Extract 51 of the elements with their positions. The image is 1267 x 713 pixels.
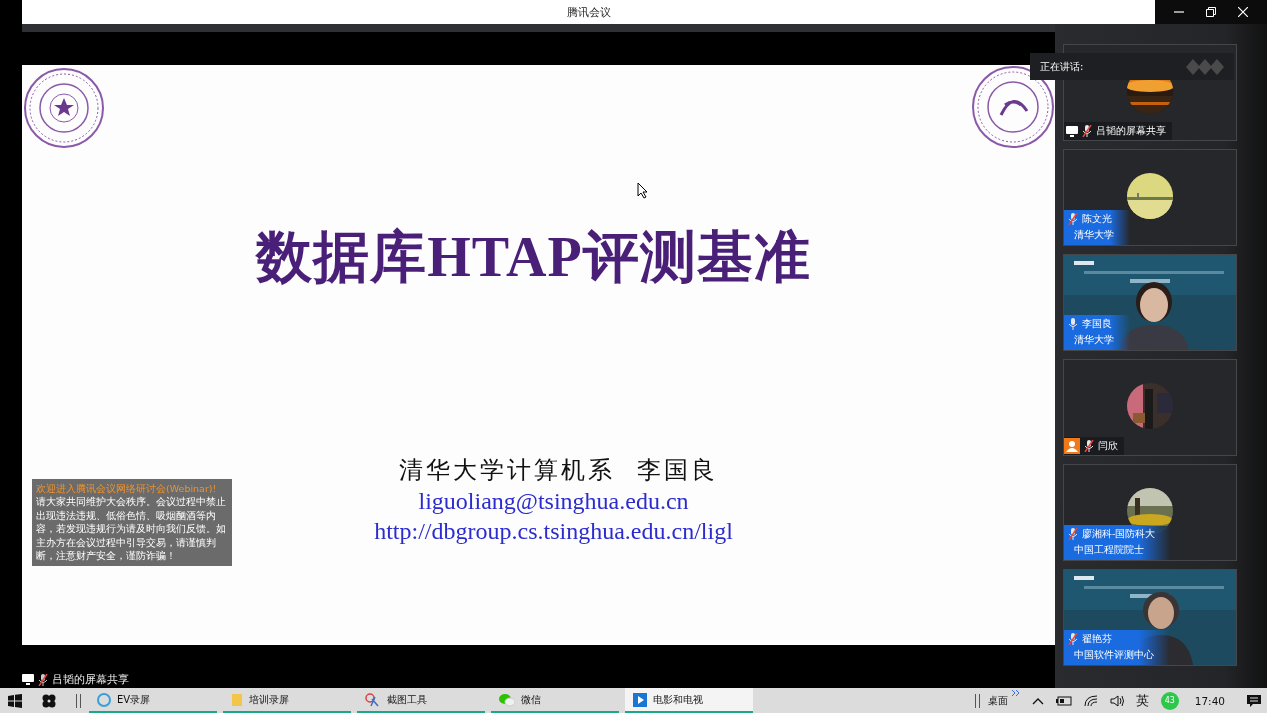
desktop-toolbar-label[interactable]: 桌面 [987, 693, 1008, 708]
folder-icon [231, 692, 243, 707]
website-link[interactable]: http://dbgroup.cs.tsinghua.edu.cn/ligl [374, 516, 733, 546]
slide-author: 清华大学计算机系 李国良 [399, 455, 718, 486]
participant-tile[interactable]: 翟艳芬 中国软件评测中心 [1063, 569, 1237, 666]
participant-organization: 中国软件评测中心 [1074, 649, 1154, 662]
chevron-up-icon[interactable] [1031, 696, 1044, 705]
notification-icon[interactable] [1247, 693, 1261, 708]
fan-icon[interactable] [42, 693, 56, 708]
participant-name: 廖湘科-国防科大 [1082, 527, 1156, 541]
email-link[interactable]: liguoliang@tsinghua.edu.cn [418, 486, 689, 516]
taskbar-app[interactable]: EV录屏 [89, 688, 217, 713]
wifi-icon[interactable] [1083, 694, 1098, 707]
slide-title: 数据库HTAP评测基准 [256, 225, 811, 290]
taskbar-app[interactable]: 培训录屏 [223, 688, 351, 713]
participant-name: 翟艳芬 [1082, 632, 1112, 646]
battery-icon[interactable] [1055, 695, 1072, 706]
participant-name: 陈文光 [1082, 212, 1112, 226]
taskbar-app[interactable]: 电影和电视 [625, 688, 753, 713]
screen-share-icon [1066, 125, 1078, 137]
close-icon[interactable] [1238, 7, 1248, 17]
taskbar-app[interactable]: 微信 [491, 688, 619, 713]
chat-bubbles-icon [499, 692, 515, 707]
participant-tile[interactable]: 李国良 清华大学 [1063, 254, 1237, 351]
notice-heading: 欢迎进入腾讯会议网络研讨会(Webinar)! [36, 482, 218, 495]
participant-tile[interactable]: 廖湘科-国防科大 中国工程院院士 [1063, 464, 1237, 561]
window-title: 腾讯会议 [566, 4, 611, 20]
play-icon [633, 692, 647, 707]
person-icon [1064, 438, 1080, 454]
share-label: 吕韬的屏幕共享 [52, 672, 129, 687]
clock[interactable]: 17:40 [1194, 694, 1225, 707]
taskbar-app[interactable]: 截图工具 [357, 688, 485, 713]
participant-name: 李国良 [1082, 317, 1112, 331]
mouse-pointer-icon [637, 182, 648, 199]
participant-organization: 中国工程院院士 [1074, 544, 1145, 557]
screen-share-icon [22, 674, 34, 685]
participant-tile[interactable]: 闫欣 [1063, 359, 1237, 456]
double-chevron-icon[interactable] [1011, 690, 1020, 696]
participant-organization: 清华大学 [1074, 229, 1114, 242]
participant-tile[interactable]: 陈文光 清华大学 [1063, 149, 1237, 246]
windows-logo-icon[interactable] [8, 693, 22, 708]
participant-organization: 清华大学 [1074, 334, 1114, 347]
scissors-icon [365, 692, 381, 707]
participant-name: 吕韬的屏幕共享 [1096, 124, 1166, 138]
university-seal-icon [23, 67, 105, 149]
input-method-indicator[interactable]: 英 [1135, 691, 1149, 710]
restore-icon[interactable] [1206, 7, 1216, 17]
sound-wave-icon [1186, 58, 1224, 75]
participant-name: 闫欣 [1098, 439, 1118, 453]
notice-text: 请大家共同维护大会秩序。会议过程中禁止出现违法违规、低俗色情、吸烟酗酒等内容，若发现违规行为请及时向我们反馈。如主办方在会议过程中引导交易，请谨慎判断，注意财产安全，谨防诈骗！ [36, 495, 227, 563]
volume-icon[interactable] [1109, 694, 1124, 707]
